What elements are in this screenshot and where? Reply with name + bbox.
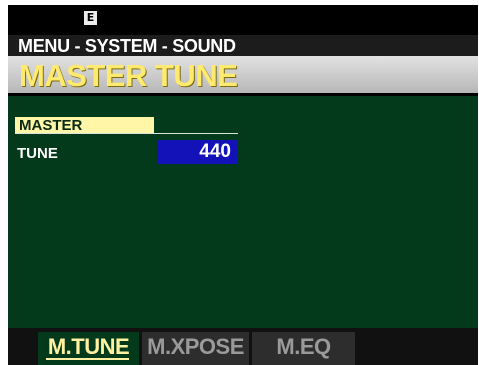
- active-tab-underline: [46, 358, 129, 360]
- param-label-tune: TUNE: [17, 145, 58, 162]
- tab-m-xpose-label: M.XPOSE: [147, 334, 244, 359]
- tab-bar: M.TUNE M.XPOSE M.EQ: [8, 328, 478, 365]
- param-divider: [15, 133, 238, 134]
- tab-m-eq-label: M.EQ: [276, 334, 331, 359]
- breadcrumb: MENU - SYSTEM - SOUND: [8, 35, 478, 56]
- display-screen: E MENU - SYSTEM - SOUND MASTER TUNE MAST…: [8, 5, 478, 365]
- status-bar: E: [8, 5, 478, 35]
- tune-value-field[interactable]: 440: [158, 140, 237, 164]
- tab-m-tune-label: M.TUNE: [47, 334, 130, 359]
- tab-m-eq[interactable]: M.EQ: [252, 332, 355, 365]
- param-header-master: MASTER: [15, 117, 154, 134]
- page-title: MASTER TUNE: [8, 56, 478, 93]
- tab-m-tune[interactable]: M.TUNE: [38, 332, 139, 365]
- mode-badge: E: [84, 11, 97, 25]
- tab-m-xpose[interactable]: M.XPOSE: [142, 332, 249, 365]
- parameter-area: MASTER TUNE 440: [8, 96, 478, 328]
